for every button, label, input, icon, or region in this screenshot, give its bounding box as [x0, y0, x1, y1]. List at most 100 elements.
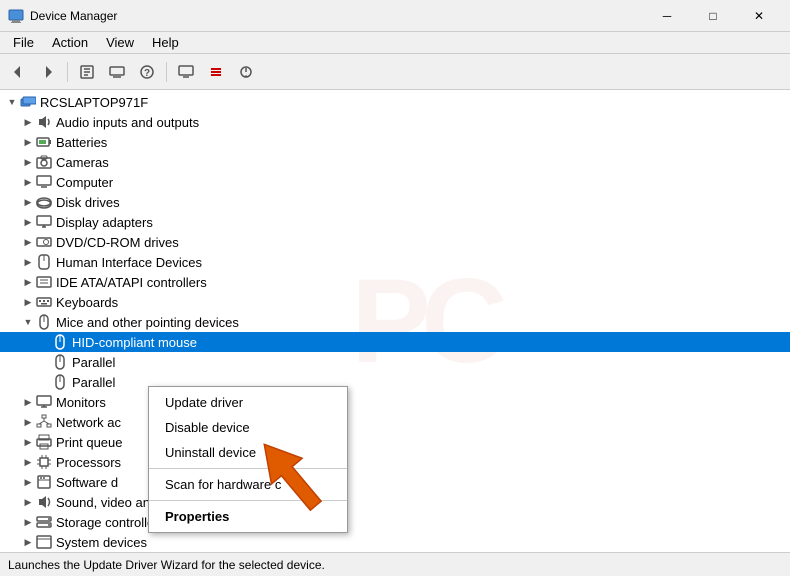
status-bar: Launches the Update Driver Wizard for th… — [0, 552, 790, 576]
print-expander[interactable]: ▶ — [20, 434, 36, 450]
root-expander[interactable]: ▼ — [4, 94, 20, 110]
dvd-label: DVD/CD-ROM drives — [56, 235, 179, 250]
properties-button[interactable] — [73, 59, 101, 85]
network-label: Network ac — [56, 415, 121, 430]
mice-icon — [36, 314, 52, 330]
batteries-expander[interactable]: ▶ — [20, 134, 36, 150]
minimize-button[interactable]: ─ — [644, 0, 690, 32]
root-icon — [20, 94, 36, 110]
system-expander[interactable]: ▶ — [20, 534, 36, 550]
system-icon — [36, 534, 52, 550]
tree-item-storage[interactable]: ▶ Storage controllers — [0, 512, 790, 532]
software-icon — [36, 474, 52, 490]
batteries-label: Batteries — [56, 135, 107, 150]
display-label: Display adapters — [56, 215, 153, 230]
toolbar-separator-2 — [166, 62, 167, 82]
ctx-update-driver[interactable]: Update driver — [149, 390, 347, 415]
software-label: Software d — [56, 475, 118, 490]
tree-item-system[interactable]: ▶ System devices — [0, 532, 790, 552]
display-expander[interactable]: ▶ — [20, 214, 36, 230]
network-expander[interactable]: ▶ — [20, 414, 36, 430]
disk-icon — [36, 194, 52, 210]
tree-item-cameras[interactable]: ▶ Cameras — [0, 152, 790, 172]
tree-root[interactable]: ▼ RCSLAPTOP971F — [0, 92, 790, 112]
toolbar: ? — [0, 54, 790, 90]
diskdrives-label: Disk drives — [56, 195, 120, 210]
tree-item-keyboards[interactable]: ▶ Keyboards — [0, 292, 790, 312]
tree-item-mice[interactable]: ▼ Mice and other pointing devices — [0, 312, 790, 332]
tree-item-network[interactable]: ▶ Network ac — [0, 412, 790, 432]
back-button[interactable] — [4, 59, 32, 85]
tree-item-diskdrives[interactable]: ▶ Disk drives — [0, 192, 790, 212]
tree-item-software[interactable]: ▶ Software d — [0, 472, 790, 492]
audio-label: Audio inputs and outputs — [56, 115, 199, 130]
scan-button[interactable] — [232, 59, 260, 85]
device-tree[interactable]: PC ▼ RCSLAPTOP971F ▶ Audio inputs and ou… — [0, 90, 790, 552]
ctx-scan-hardware[interactable]: Scan for hardware c — [149, 472, 347, 497]
tree-item-dvd[interactable]: ▶ DVD/CD-ROM drives — [0, 232, 790, 252]
tree-item-print[interactable]: ▶ Print queue — [0, 432, 790, 452]
forward-button[interactable] — [34, 59, 62, 85]
audio-expander[interactable]: ▶ — [20, 114, 36, 130]
cpu-icon — [36, 454, 52, 470]
dvd-expander[interactable]: ▶ — [20, 234, 36, 250]
display-icon — [36, 214, 52, 230]
ctx-disable-device[interactable]: Disable device — [149, 415, 347, 440]
tree-item-monitors[interactable]: ▶ Monitors — [0, 392, 790, 412]
menu-bar: File Action View Help — [0, 32, 790, 54]
tree-item-computer[interactable]: ▶ Computer — [0, 172, 790, 192]
monitors-icon — [36, 394, 52, 410]
help-button[interactable]: ? — [133, 59, 161, 85]
maximize-button[interactable]: □ — [690, 0, 736, 32]
tree-item-processors[interactable]: ▶ Processors — [0, 452, 790, 472]
hid-expander[interactable]: ▶ — [20, 254, 36, 270]
ctx-properties[interactable]: Properties — [149, 504, 347, 529]
window-title: Device Manager — [30, 9, 644, 23]
hid-mouse-icon — [52, 334, 68, 350]
computer-expander[interactable]: ▶ — [20, 174, 36, 190]
menu-view[interactable]: View — [97, 32, 143, 53]
monitors-expander[interactable]: ▶ — [20, 394, 36, 410]
title-bar: Device Manager ─ □ ✕ — [0, 0, 790, 32]
sound-expander[interactable]: ▶ — [20, 494, 36, 510]
ide-label: IDE ATA/ATAPI controllers — [56, 275, 207, 290]
keyboards-expander[interactable]: ▶ — [20, 294, 36, 310]
menu-help[interactable]: Help — [143, 32, 188, 53]
print-icon — [36, 434, 52, 450]
disable-button[interactable] — [202, 59, 230, 85]
ide-expander[interactable]: ▶ — [20, 274, 36, 290]
computer-tree-icon — [36, 174, 52, 190]
tree-item-display[interactable]: ▶ Display adapters — [0, 212, 790, 232]
status-text: Launches the Update Driver Wizard for th… — [8, 558, 325, 572]
cameras-expander[interactable]: ▶ — [20, 154, 36, 170]
tree-item-parallel2[interactable]: ▶ Parallel — [0, 372, 790, 392]
computer-view-button[interactable] — [172, 59, 200, 85]
tree-item-sound[interactable]: ▶ Sound, video and game controllers — [0, 492, 790, 512]
computer-label: Computer — [56, 175, 113, 190]
window-controls: ─ □ ✕ — [644, 0, 782, 32]
toolbar-separator-1 — [67, 62, 68, 82]
keyboards-label: Keyboards — [56, 295, 118, 310]
tree-item-hid-mouse[interactable]: ▶ HID-compliant mouse — [0, 332, 790, 352]
tree-item-hid[interactable]: ▶ Human Interface Devices — [0, 252, 790, 272]
battery-icon — [36, 134, 52, 150]
tree-item-parallel1[interactable]: ▶ Parallel — [0, 352, 790, 372]
camera-icon — [36, 154, 52, 170]
ide-icon — [36, 274, 52, 290]
menu-action[interactable]: Action — [43, 32, 97, 53]
tree-item-ide[interactable]: ▶ IDE ATA/ATAPI controllers — [0, 272, 790, 292]
storage-expander[interactable]: ▶ — [20, 514, 36, 530]
tree-item-batteries[interactable]: ▶ Batteries — [0, 132, 790, 152]
menu-file[interactable]: File — [4, 32, 43, 53]
processors-expander[interactable]: ▶ — [20, 454, 36, 470]
close-button[interactable]: ✕ — [736, 0, 782, 32]
app-icon — [8, 8, 24, 24]
software-expander[interactable]: ▶ — [20, 474, 36, 490]
parallel2-icon — [52, 374, 68, 390]
update-driver-button[interactable] — [103, 59, 131, 85]
tree-item-audio[interactable]: ▶ Audio inputs and outputs — [0, 112, 790, 132]
ctx-uninstall-device[interactable]: Uninstall device — [149, 440, 347, 465]
mice-expander[interactable]: ▼ — [20, 314, 36, 330]
hid-mouse-label: HID-compliant mouse — [72, 335, 197, 350]
disk-expander[interactable]: ▶ — [20, 194, 36, 210]
